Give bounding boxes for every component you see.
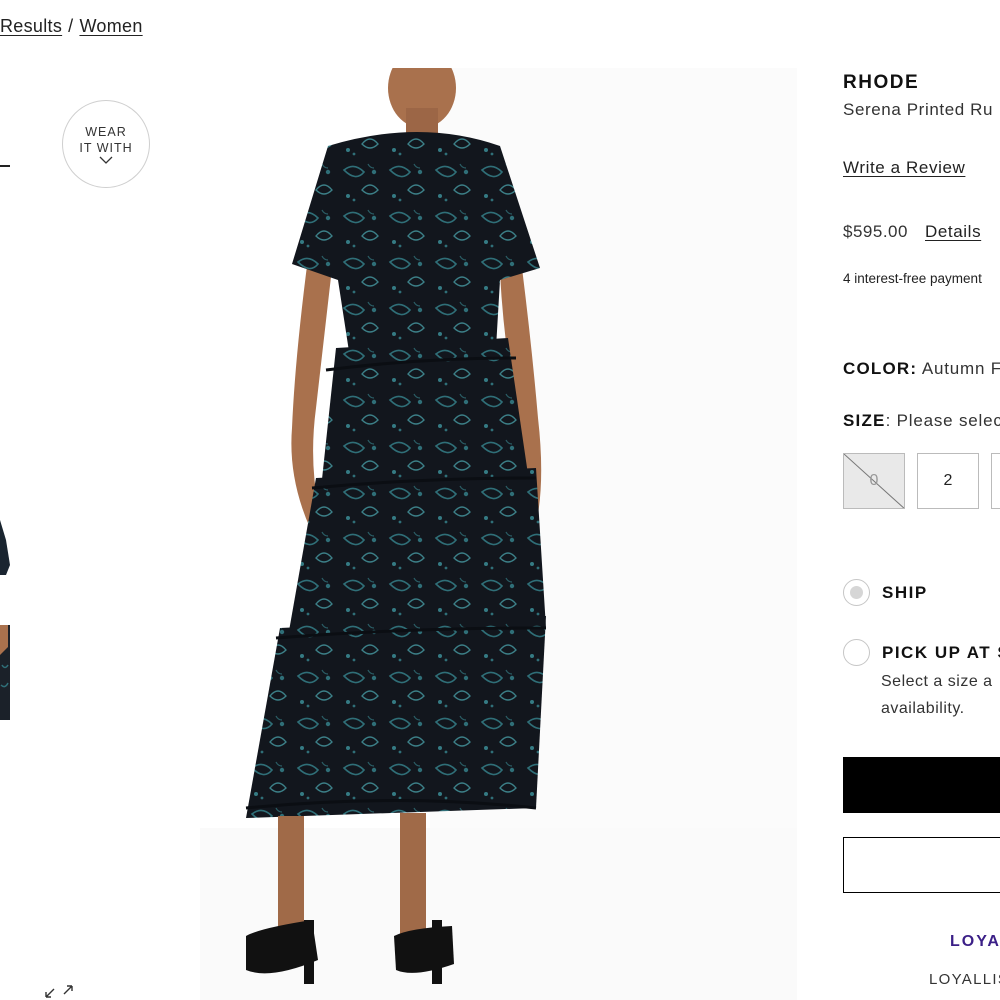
write-review-link[interactable]: Write a Review xyxy=(843,158,965,178)
secondary-action-button[interactable] xyxy=(843,837,1000,893)
product-main-image[interactable] xyxy=(200,68,797,1000)
product-name: Serena Printed Ru xyxy=(843,100,994,119)
brand-name[interactable]: RHODE xyxy=(843,72,919,94)
ship-label[interactable]: SHIP xyxy=(882,583,928,603)
loyallist-text: LOYALLIS xyxy=(929,971,1000,988)
chevron-down-icon xyxy=(99,156,113,164)
size-value: : Please selec xyxy=(885,411,1000,430)
thumbnail-detail-view[interactable] xyxy=(0,625,10,720)
size-label: SIZE xyxy=(843,411,886,430)
breadcrumb: Results / Women xyxy=(0,16,143,37)
add-to-bag-button[interactable] xyxy=(843,757,1000,813)
price-details-link[interactable]: Details xyxy=(925,222,981,242)
availability-line-2: availability. xyxy=(881,700,965,717)
product-detail-panel: RHODE Serena Printed Ru Write a Review $… xyxy=(843,0,1000,1000)
thumbnail-back-view[interactable] xyxy=(0,520,10,575)
size-option-label: 2 xyxy=(943,472,953,489)
wear-it-with-button[interactable]: WEAR IT WITH xyxy=(62,100,150,188)
breadcrumb-results-link[interactable]: Results xyxy=(0,16,62,36)
pickup-radio[interactable] xyxy=(843,639,870,666)
availability-line-1: Select a size a xyxy=(881,673,993,690)
ship-radio[interactable] xyxy=(843,579,870,606)
thumbnail-selected-indicator xyxy=(0,165,10,167)
expand-arrows-icon[interactable] xyxy=(44,983,74,1000)
wear-it-with-line2: IT WITH xyxy=(79,140,133,155)
product-price: $595.00 xyxy=(843,222,908,241)
loyalty-label[interactable]: LOYA xyxy=(950,933,1000,951)
size-option-0-unavailable[interactable]: 0 xyxy=(843,453,905,509)
size-option-2[interactable]: 2 xyxy=(917,453,979,509)
breadcrumb-women-link[interactable]: Women xyxy=(79,16,142,36)
size-selector-label: SIZE: Please selec xyxy=(843,411,1000,431)
breadcrumb-separator: / xyxy=(68,16,74,36)
color-value: Autumn F xyxy=(921,359,1000,378)
size-option-next[interactable] xyxy=(991,453,1000,509)
pickup-availability-text: Select a size a availability. xyxy=(881,668,993,722)
size-option-label: 0 xyxy=(869,472,879,489)
installments-text: 4 interest-free payment xyxy=(843,271,982,286)
color-selector-label: COLOR: Autumn F xyxy=(843,359,1000,379)
pickup-label[interactable]: PICK UP AT S xyxy=(882,643,1000,663)
wear-it-with-line1: WEAR xyxy=(85,124,127,139)
color-label: COLOR: xyxy=(843,359,918,378)
